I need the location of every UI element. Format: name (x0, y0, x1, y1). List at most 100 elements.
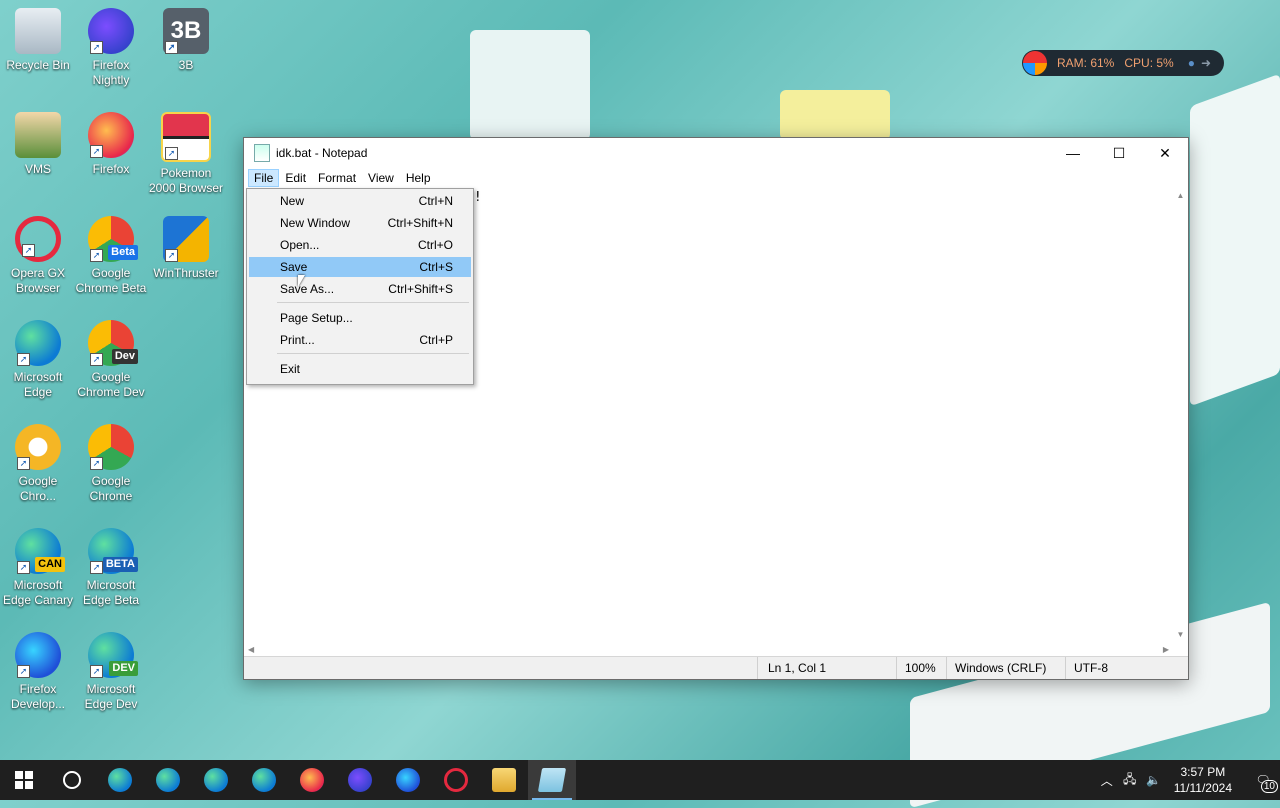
monitor-logo-icon (1023, 51, 1047, 75)
windows-logo-icon (15, 771, 33, 789)
taskbar-opera-gx[interactable] (432, 760, 480, 800)
edge-icon (108, 768, 132, 792)
line-ending: Windows (CRLF) (955, 661, 1047, 675)
menu-item-open[interactable]: Open... Ctrl+O (249, 235, 471, 255)
cursor-position: Ln 1, Col 1 (768, 661, 827, 675)
lock-icon[interactable]: ● (1188, 56, 1195, 70)
file-menu-dropdown: New Ctrl+N New Window Ctrl+Shift+N Open.… (246, 188, 474, 385)
menu-item-save[interactable]: Save Ctrl+S (249, 257, 471, 277)
clock[interactable]: 3:57 PM 11/11/2024 (1174, 764, 1232, 796)
menu-help[interactable]: Help (400, 169, 437, 187)
status-divider (757, 657, 758, 679)
notepad-icon (537, 768, 567, 792)
firefox-nightly-icon: ➚ (88, 8, 134, 54)
wallpaper-calendar-shape (1190, 73, 1280, 407)
menu-file[interactable]: File (248, 169, 280, 187)
notification-center-button[interactable]: 🗨 10 (1246, 773, 1280, 793)
desktop-icon-winthruster[interactable]: ➚ WinThruster (148, 216, 224, 281)
system-monitor-widget[interactable]: RAM: 61% CPU: 5% ● ➜ (1022, 50, 1224, 76)
menu-edit[interactable]: Edit (279, 169, 312, 187)
taskbar-edge[interactable] (96, 760, 144, 800)
edge-beta-icon (156, 768, 180, 792)
desktop-icon-recycle-bin[interactable]: Recycle Bin (0, 8, 76, 73)
desktop-icon-edge-canary[interactable]: ➚ CAN Microsoft Edge Canary (0, 528, 76, 608)
firefox-nightly-icon (348, 768, 372, 792)
start-button[interactable] (0, 760, 48, 800)
scroll-left-icon[interactable]: ◀ (248, 645, 254, 654)
search-icon (63, 771, 81, 789)
menu-format[interactable]: Format (312, 169, 362, 187)
taskbar: ︿ 🖧 🔈 3:57 PM 11/11/2024 🗨 10 (0, 760, 1280, 800)
system-tray: ︿ 🖧 🔈 3:57 PM 11/11/2024 🗨 10 (1096, 760, 1280, 800)
chrome-canary-icon: ➚ (15, 424, 61, 470)
taskbar-file-explorer[interactable] (480, 760, 528, 800)
taskbar-notepad[interactable] (528, 760, 576, 800)
desktop-icon-edge-beta[interactable]: ➚ BETA Microsoft Edge Beta (73, 528, 149, 608)
menu-bar: File Edit Format View Help (244, 168, 1188, 188)
menu-item-print[interactable]: Print... Ctrl+P (249, 330, 471, 350)
desktop-icon-firefox-nightly[interactable]: ➚ Firefox Nightly (73, 8, 149, 88)
mouse-cursor-icon (298, 275, 305, 287)
edge-icon: ➚ (15, 320, 61, 366)
ram-usage: RAM: 61% (1057, 56, 1115, 70)
firefox-icon (300, 768, 324, 792)
volume-icon[interactable]: 🔈 (1142, 773, 1166, 787)
arrow-right-icon[interactable]: ➜ (1201, 56, 1211, 70)
menu-separator (277, 302, 469, 303)
chrome-dev-icon: ➚ Dev (88, 320, 138, 366)
status-divider (896, 657, 897, 679)
zoom-level: 100% (905, 661, 936, 675)
desktop-icon-edge-dev[interactable]: ➚ DEV Microsoft Edge Dev (73, 632, 149, 712)
opera-gx-icon (444, 768, 468, 792)
vertical-scrollbar[interactable]: ▲ ▼ (1173, 188, 1188, 642)
menu-separator (277, 353, 469, 354)
desktop-icon-chrome-dev[interactable]: ➚ Dev Google Chrome Dev (73, 320, 149, 400)
notification-count: 10 (1260, 780, 1278, 793)
title-bar[interactable]: idk.bat - Notepad — ☐ ✕ (244, 138, 1188, 168)
winthruster-icon: ➚ (163, 216, 209, 262)
desktop-icon-edge[interactable]: ➚ Microsoft Edge (0, 320, 76, 400)
scroll-down-icon[interactable]: ▼ (1173, 627, 1188, 642)
desktop-icon-chrome-canary[interactable]: ➚ Google Chro... (0, 424, 76, 504)
cpu-usage: CPU: 5% (1124, 56, 1174, 70)
minimize-button[interactable]: — (1050, 138, 1096, 168)
chevron-up-icon[interactable]: ︿ (1096, 772, 1118, 789)
desktop-icon-firefox[interactable]: ➚ Firefox (73, 112, 149, 177)
desktop-icon-firefox-developer[interactable]: ➚ Firefox Develop... (0, 632, 76, 712)
edge-canary-icon (204, 768, 228, 792)
desktop-icon-pokemon[interactable]: ➚ Pokemon 2000 Browser (148, 112, 224, 196)
file-explorer-icon (492, 768, 516, 792)
maximize-button[interactable]: ☐ (1096, 138, 1142, 168)
menu-item-new-window[interactable]: New Window Ctrl+Shift+N (249, 213, 471, 233)
menu-item-save-as[interactable]: Save As... Ctrl+Shift+S (249, 279, 471, 299)
wallpaper-monitor-shape (470, 30, 590, 140)
desktop-icon-opera-gx[interactable]: ➚ Opera GX Browser (0, 216, 76, 296)
clock-time: 3:57 PM (1180, 765, 1226, 779)
desktop-icon-chrome-beta[interactable]: ➚ Beta Google Chrome Beta (73, 216, 149, 296)
network-icon[interactable]: 🖧 (1118, 770, 1142, 791)
menu-item-new[interactable]: New Ctrl+N (249, 191, 471, 211)
desktop-icon-3b[interactable]: 3B ➚ 3B (148, 8, 224, 73)
taskbar-firefox[interactable] (288, 760, 336, 800)
encoding: UTF-8 (1074, 661, 1108, 675)
edge-dev-icon (252, 768, 276, 792)
close-button[interactable]: ✕ (1142, 138, 1188, 168)
horizontal-scrollbar[interactable]: ◀ ▶ (244, 642, 1173, 657)
scroll-right-icon[interactable]: ▶ (1163, 645, 1169, 654)
taskbar-edge-canary[interactable] (192, 760, 240, 800)
search-button[interactable] (48, 760, 96, 800)
desktop-icon-vms[interactable]: VMS (0, 112, 76, 177)
status-divider (1065, 657, 1066, 679)
taskbar-edge-dev[interactable] (240, 760, 288, 800)
taskbar-firefox-developer[interactable] (384, 760, 432, 800)
firefox-developer-icon: ➚ (15, 632, 61, 678)
menu-view[interactable]: View (362, 169, 400, 187)
menu-item-page-setup[interactable]: Page Setup... (249, 308, 471, 328)
menu-item-exit[interactable]: Exit (249, 359, 471, 379)
desktop-icon-chrome[interactable]: ➚ Google Chrome (73, 424, 149, 504)
edge-canary-icon: ➚ CAN (15, 528, 65, 574)
taskbar-edge-beta[interactable] (144, 760, 192, 800)
scroll-up-icon[interactable]: ▲ (1173, 188, 1188, 203)
recycle-bin-icon (15, 8, 61, 54)
taskbar-firefox-nightly[interactable] (336, 760, 384, 800)
